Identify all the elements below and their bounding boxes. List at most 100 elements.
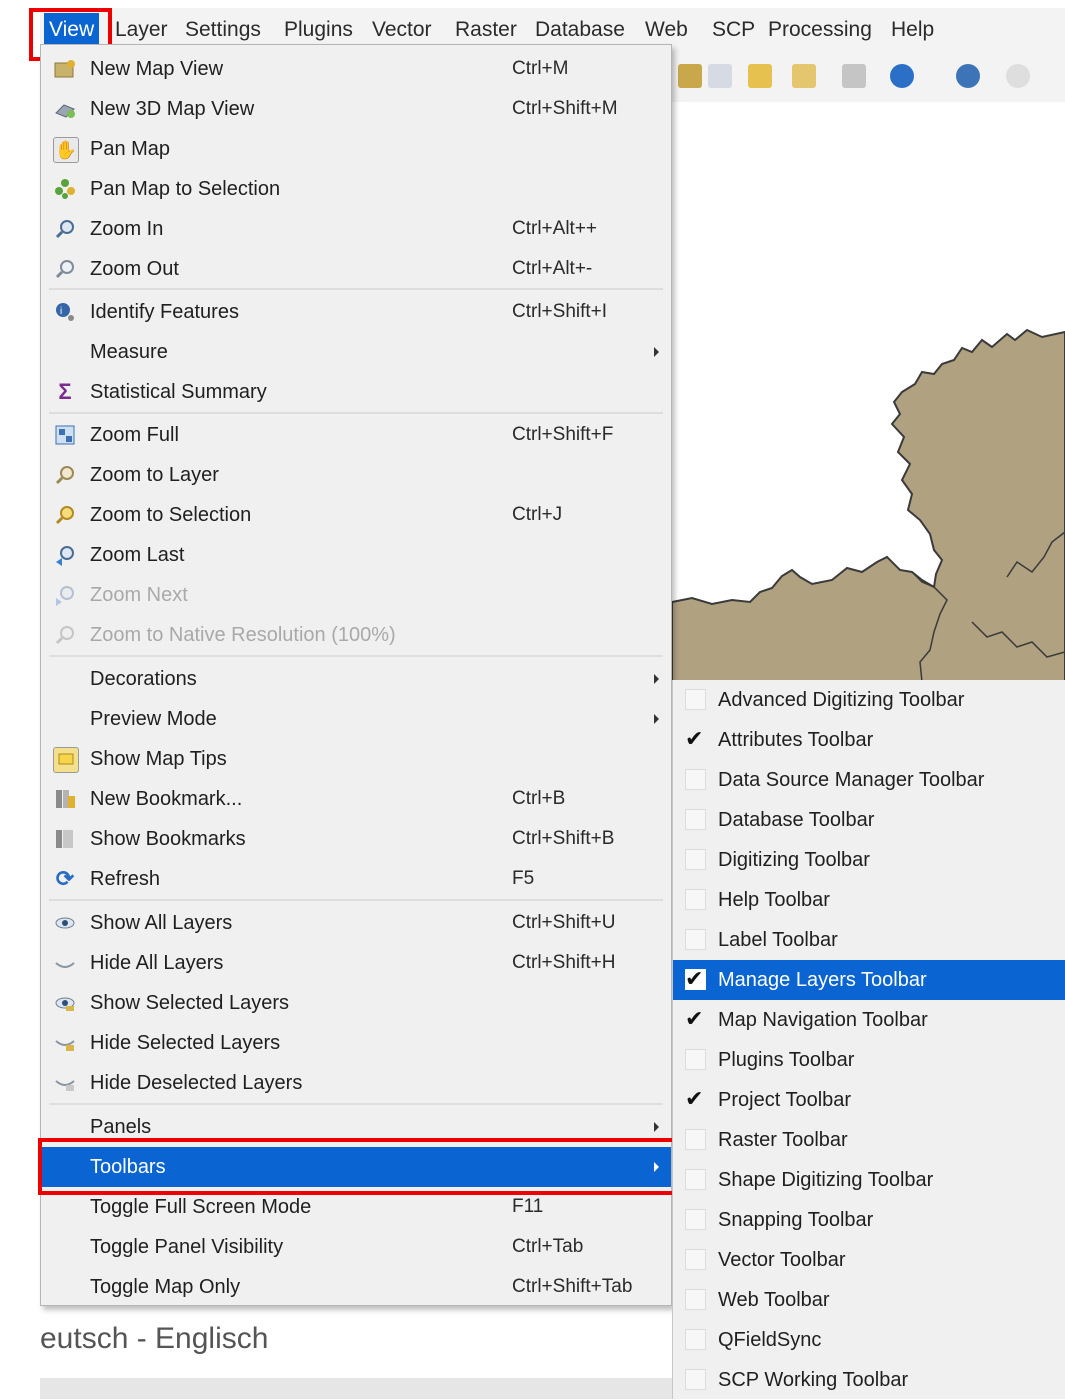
checkmark-icon: ✔ bbox=[685, 966, 704, 991]
menu-item-zoom-out[interactable]: Zoom Out Ctrl+Alt+- bbox=[41, 249, 671, 289]
checkbox-unchecked[interactable] bbox=[685, 1329, 706, 1350]
zoom-full-icon bbox=[53, 423, 77, 447]
menu-item-show-map-tips[interactable]: Show Map Tips bbox=[41, 739, 671, 779]
toolbar-item-web[interactable]: Web Toolbar bbox=[673, 1280, 1065, 1320]
checkbox-unchecked[interactable] bbox=[685, 769, 706, 790]
sigma-icon: Σ bbox=[58, 379, 72, 404]
toolbar-item-project[interactable]: ✔ Project Toolbar bbox=[673, 1080, 1065, 1120]
toolbar-item-snapping[interactable]: Snapping Toolbar bbox=[673, 1200, 1065, 1240]
checkmark-icon[interactable]: ✔ bbox=[685, 1083, 703, 1115]
menu-item-toggle-map-only[interactable]: Toggle Map Only Ctrl+Shift+Tab bbox=[41, 1267, 671, 1307]
checkbox-unchecked[interactable] bbox=[685, 849, 706, 870]
toolbar-item-scp-working[interactable]: SCP Working Toolbar bbox=[673, 1360, 1065, 1400]
map-canvas[interactable] bbox=[672, 102, 1065, 682]
menu-item-new-3d-map-view[interactable]: New 3D Map View Ctrl+Shift+M bbox=[41, 89, 671, 129]
menu-item-zoom-in[interactable]: Zoom In Ctrl+Alt++ bbox=[41, 209, 671, 249]
toolbar-item-attributes[interactable]: ✔ Attributes Toolbar bbox=[673, 720, 1065, 760]
menu-processing[interactable]: Processing bbox=[768, 8, 872, 52]
toolbar-bookmark-icon[interactable] bbox=[792, 64, 816, 88]
checkbox-unchecked[interactable] bbox=[685, 1129, 706, 1150]
checkbox-unchecked[interactable] bbox=[685, 929, 706, 950]
menu-item-statistical-summary[interactable]: Σ Statistical Summary bbox=[41, 372, 671, 412]
menu-scp[interactable]: SCP bbox=[712, 8, 755, 52]
new-3d-map-view-icon bbox=[53, 97, 77, 121]
checkbox-unchecked[interactable] bbox=[685, 1289, 706, 1310]
toolbar-item-qfieldsync[interactable]: QFieldSync bbox=[673, 1320, 1065, 1360]
toolbar-identify-icon[interactable] bbox=[956, 64, 980, 88]
checkbox-unchecked[interactable] bbox=[685, 1249, 706, 1270]
submenu-arrow-icon bbox=[654, 1122, 659, 1132]
checkbox-unchecked[interactable] bbox=[685, 1049, 706, 1070]
toolbars-highlight-box bbox=[38, 1138, 680, 1195]
toolbar-zoom-selection-icon[interactable] bbox=[748, 64, 772, 88]
menu-help[interactable]: Help bbox=[891, 8, 934, 52]
menu-item-new-map-view[interactable]: New Map View Ctrl+M bbox=[41, 49, 671, 89]
menu-separator bbox=[49, 288, 663, 290]
hide-all-layers-icon bbox=[53, 951, 77, 975]
menu-item-pan-map[interactable]: ✋ Pan Map bbox=[41, 129, 671, 169]
menu-item-toggle-panel-visibility[interactable]: Toggle Panel Visibility Ctrl+Tab bbox=[41, 1227, 671, 1267]
menu-item-pan-map-to-selection[interactable]: Pan Map to Selection bbox=[41, 169, 671, 209]
pan-hand-icon: ✋ bbox=[53, 137, 79, 163]
refresh-icon: ⟳ bbox=[55, 866, 75, 891]
menu-item-new-bookmark[interactable]: New Bookmark... Ctrl+B bbox=[41, 779, 671, 819]
menu-separator bbox=[49, 655, 663, 657]
checkbox-unchecked[interactable] bbox=[685, 689, 706, 710]
menu-item-hide-deselected-layers[interactable]: Hide Deselected Layers bbox=[41, 1063, 671, 1103]
toolbar-show-bookmarks-icon[interactable] bbox=[842, 64, 866, 88]
menu-item-hide-all-layers[interactable]: Hide All Layers Ctrl+Shift+H bbox=[41, 943, 671, 983]
menu-item-hide-selected-layers[interactable]: Hide Selected Layers bbox=[41, 1023, 671, 1063]
toolbar-item-help[interactable]: Help Toolbar bbox=[673, 880, 1065, 920]
menu-item-measure[interactable]: Measure bbox=[41, 332, 671, 372]
toolbar-zoom-icon[interactable] bbox=[1006, 64, 1030, 88]
toolbar-layer-icon[interactable] bbox=[678, 64, 702, 88]
checkmark-icon[interactable]: ✔ bbox=[685, 1003, 703, 1035]
submenu-arrow-icon bbox=[654, 347, 659, 357]
menu-item-zoom-full[interactable]: Zoom Full Ctrl+Shift+F bbox=[41, 415, 671, 455]
checkmark-icon[interactable]: ✔ bbox=[685, 723, 703, 755]
pan-to-selection-icon bbox=[53, 177, 77, 201]
menu-item-zoom-to-layer[interactable]: Zoom to Layer bbox=[41, 455, 671, 495]
map-polygons bbox=[672, 328, 1065, 682]
checkbox-unchecked[interactable] bbox=[685, 809, 706, 830]
show-all-layers-icon bbox=[53, 911, 77, 935]
menu-item-decorations[interactable]: Decorations bbox=[41, 659, 671, 699]
menu-item-identify-features[interactable]: i Identify Features Ctrl+Shift+I bbox=[41, 292, 671, 332]
menu-item-zoom-native-resolution[interactable]: Zoom to Native Resolution (100%) bbox=[41, 615, 671, 655]
menu-item-preview-mode[interactable]: Preview Mode bbox=[41, 699, 671, 739]
zoom-out-icon bbox=[53, 257, 77, 281]
toolbar-item-raster[interactable]: Raster Toolbar bbox=[673, 1120, 1065, 1160]
toolbars-submenu: Advanced Digitizing Toolbar ✔ Attributes… bbox=[672, 680, 1065, 1399]
identify-icon: i bbox=[53, 300, 77, 324]
toolbar-item-database[interactable]: Database Toolbar bbox=[673, 800, 1065, 840]
checkbox-unchecked[interactable] bbox=[685, 889, 706, 910]
background-text: eutsch - Englisch bbox=[40, 1322, 269, 1355]
menu-item-zoom-next[interactable]: Zoom Next bbox=[41, 575, 671, 615]
zoom-next-icon bbox=[53, 583, 77, 607]
checkbox-unchecked[interactable] bbox=[685, 1169, 706, 1190]
submenu-arrow-icon bbox=[654, 674, 659, 684]
menu-item-show-all-layers[interactable]: Show All Layers Ctrl+Shift+U bbox=[41, 903, 671, 943]
new-bookmark-icon bbox=[53, 787, 77, 811]
map-tips-icon bbox=[53, 747, 79, 773]
toolbar-item-digitizing[interactable]: Digitizing Toolbar bbox=[673, 840, 1065, 880]
toolbar-item-plugins[interactable]: Plugins Toolbar bbox=[673, 1040, 1065, 1080]
menu-item-zoom-last[interactable]: Zoom Last bbox=[41, 535, 671, 575]
toolbar-item-data-source-manager[interactable]: Data Source Manager Toolbar bbox=[673, 760, 1065, 800]
submenu-arrow-icon bbox=[654, 714, 659, 724]
toolbar-item-vector[interactable]: Vector Toolbar bbox=[673, 1240, 1065, 1280]
toolbar-refresh-icon[interactable] bbox=[890, 64, 914, 88]
menu-item-show-bookmarks[interactable]: Show Bookmarks Ctrl+Shift+B bbox=[41, 819, 671, 859]
toolbar-item-label[interactable]: Label Toolbar bbox=[673, 920, 1065, 960]
toolbar-item-advanced-digitizing[interactable]: Advanced Digitizing Toolbar bbox=[673, 680, 1065, 720]
hide-selected-layers-icon bbox=[53, 1031, 77, 1055]
checkbox-unchecked[interactable] bbox=[685, 1369, 706, 1390]
toolbar-item-manage-layers[interactable]: ✔ Manage Layers Toolbar bbox=[673, 960, 1065, 1000]
toolbar-zoom-layer-icon[interactable] bbox=[708, 64, 732, 88]
checkbox-unchecked[interactable] bbox=[685, 1209, 706, 1230]
menu-item-show-selected-layers[interactable]: Show Selected Layers bbox=[41, 983, 671, 1023]
toolbar-item-map-navigation[interactable]: ✔ Map Navigation Toolbar bbox=[673, 1000, 1065, 1040]
toolbar-item-shape-digitizing[interactable]: Shape Digitizing Toolbar bbox=[673, 1160, 1065, 1200]
menu-item-zoom-to-selection[interactable]: Zoom to Selection Ctrl+J bbox=[41, 495, 671, 535]
menu-item-refresh[interactable]: ⟳ Refresh F5 bbox=[41, 859, 671, 899]
